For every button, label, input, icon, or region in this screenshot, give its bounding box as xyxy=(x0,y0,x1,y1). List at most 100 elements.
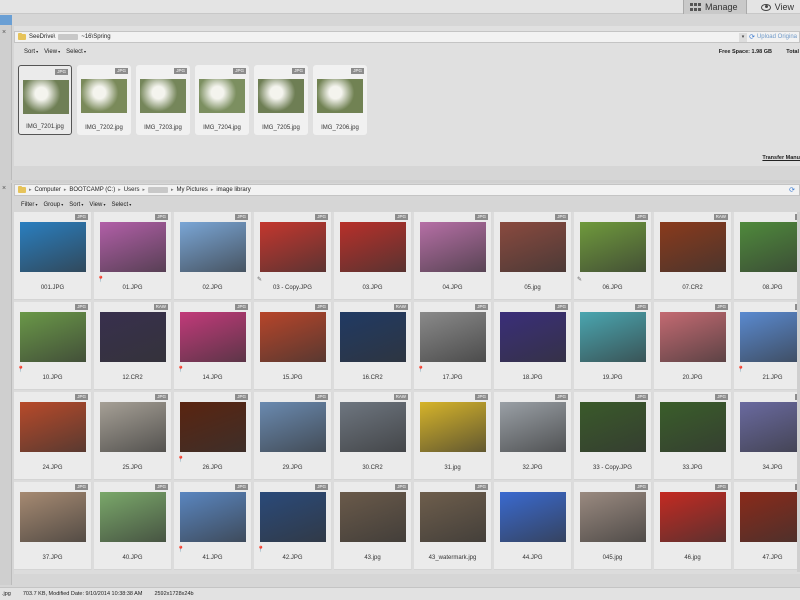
photo-cell[interactable]: JPG 001.JPG xyxy=(14,212,92,300)
photo-thumbnail[interactable] xyxy=(660,402,726,452)
panel-divider[interactable] xyxy=(0,180,800,183)
photo-cell[interactable]: JPG 40.JPG xyxy=(94,482,172,570)
photo-thumbnail[interactable] xyxy=(100,222,166,272)
menu-group[interactable]: Group xyxy=(43,202,63,208)
photo-thumbnail[interactable] xyxy=(20,492,86,542)
photo-thumbnail[interactable] xyxy=(340,402,406,452)
photo-thumbnail[interactable] xyxy=(20,222,86,272)
photo-thumbnail[interactable] xyxy=(580,222,646,272)
photo-thumbnail[interactable] xyxy=(180,222,246,272)
photo-cell[interactable]: JPG 04.JPG xyxy=(414,212,492,300)
photo-cell[interactable]: JPG 32.JPG xyxy=(494,392,572,480)
transfer-manager-link[interactable]: Transfer Manu xyxy=(762,155,800,161)
photo-cell[interactable]: JPG 15.JPG xyxy=(254,302,332,390)
photo-cell[interactable]: JPG 📍 01.JPG xyxy=(94,212,172,300)
photo-cell[interactable]: JPG08.JPG xyxy=(734,212,800,300)
photo-cell[interactable]: JPG 37.JPG xyxy=(14,482,92,570)
photo-cell[interactable]: JPG 43_watermark.jpg xyxy=(414,482,492,570)
refresh-icon[interactable]: ⟳ xyxy=(749,33,755,41)
photo-thumbnail[interactable] xyxy=(260,312,326,362)
photo-cell[interactable]: JPG 📍 42.JPG xyxy=(254,482,332,570)
photo-thumbnail[interactable] xyxy=(258,79,304,113)
photo-cell[interactable]: JPG 045.jpg xyxy=(574,482,652,570)
photo-thumbnail[interactable] xyxy=(740,222,800,272)
photo-thumbnail[interactable] xyxy=(180,312,246,362)
photo-thumbnail[interactable] xyxy=(740,492,800,542)
photo-thumbnail[interactable] xyxy=(420,222,486,272)
photo-cell[interactable]: RAW 30.CR2 xyxy=(334,392,412,480)
photo-thumbnail[interactable] xyxy=(660,222,726,272)
photo-thumbnail[interactable] xyxy=(81,79,127,113)
photo-card[interactable]: JPG IMG_7202.jpg xyxy=(77,65,131,135)
photo-cell[interactable]: JPG 33.JPG xyxy=(654,392,732,480)
photo-cell[interactable]: JPG 05.jpg xyxy=(494,212,572,300)
photo-thumbnail[interactable] xyxy=(500,312,566,362)
photo-thumbnail[interactable] xyxy=(340,312,406,362)
photo-cell[interactable]: JPG📍21.JPG xyxy=(734,302,800,390)
close-icon-lower[interactable]: × xyxy=(2,185,6,192)
photo-thumbnail[interactable] xyxy=(199,79,245,113)
photo-cell[interactable]: JPG 📍 17.JPG xyxy=(414,302,492,390)
photo-thumbnail[interactable] xyxy=(260,402,326,452)
photo-thumbnail[interactable] xyxy=(660,312,726,362)
menu-select[interactable]: Select xyxy=(66,49,86,55)
photo-cell[interactable]: JPG 📍 10.JPG xyxy=(14,302,92,390)
breadcrumb-computer[interactable]: Computer xyxy=(35,187,61,193)
menu-sort[interactable]: Sort xyxy=(69,202,83,208)
left-panel-tab[interactable] xyxy=(0,15,12,25)
photo-card[interactable]: JPG IMG_7204.jpg xyxy=(195,65,249,135)
photo-cell[interactable]: JPG47.JPG xyxy=(734,482,800,570)
photo-cell[interactable]: 44.JPG xyxy=(494,482,572,570)
photo-card[interactable]: JPG IMG_7201.jpg xyxy=(18,65,72,135)
photo-card[interactable]: JPG IMG_7205.jpg xyxy=(254,65,308,135)
photo-cell[interactable]: JPG 20.JPG xyxy=(654,302,732,390)
photo-cell[interactable]: JPG 03.JPG xyxy=(334,212,412,300)
photo-thumbnail[interactable] xyxy=(580,312,646,362)
photo-thumbnail[interactable] xyxy=(340,222,406,272)
photo-thumbnail[interactable] xyxy=(260,492,326,542)
photo-thumbnail[interactable] xyxy=(100,402,166,452)
photo-thumbnail[interactable] xyxy=(500,222,566,272)
photo-thumbnail[interactable] xyxy=(580,492,646,542)
photo-cell[interactable]: JPG 02.JPG xyxy=(174,212,252,300)
photo-thumbnail[interactable] xyxy=(500,402,566,452)
photo-cell[interactable]: JPG 18.JPG xyxy=(494,302,572,390)
close-icon[interactable]: × xyxy=(2,29,6,36)
photo-thumbnail[interactable] xyxy=(20,312,86,362)
photo-card[interactable]: JPG IMG_7206.jpg xyxy=(313,65,367,135)
menu-view[interactable]: View xyxy=(44,49,60,55)
photo-thumbnail[interactable] xyxy=(260,222,326,272)
photo-thumbnail[interactable] xyxy=(740,402,800,452)
device-path-bar[interactable]: SeeDrive\ ~16\Spring ▾ ⟳ Upload Origina xyxy=(14,31,800,43)
library-path-bar[interactable]: ▸ Computer ▸ BOOTCAMP (C:) ▸ Users ▸ ▸ M… xyxy=(14,184,800,196)
photo-thumbnail[interactable] xyxy=(740,312,800,362)
photo-cell[interactable]: JPG 31.jpg xyxy=(414,392,492,480)
menu-sort[interactable]: Sort xyxy=(24,49,38,55)
photo-cell[interactable]: JPG 📍 14.JPG xyxy=(174,302,252,390)
breadcrumb-drive[interactable]: BOOTCAMP (C:) xyxy=(69,187,115,193)
menu-view[interactable]: View xyxy=(89,202,105,208)
refresh-icon[interactable]: ⟳ xyxy=(789,186,795,194)
breadcrumb-library[interactable]: image library xyxy=(216,187,250,193)
photo-thumbnail[interactable] xyxy=(100,312,166,362)
photo-cell[interactable]: JPG 📍 26.JPG xyxy=(174,392,252,480)
photo-thumbnail[interactable] xyxy=(340,492,406,542)
photo-thumbnail[interactable] xyxy=(23,80,69,114)
breadcrumb-pictures[interactable]: My Pictures xyxy=(176,187,207,193)
photo-cell[interactable]: JPG ✎ 03 - Copy.JPG xyxy=(254,212,332,300)
breadcrumb-redacted[interactable] xyxy=(147,187,168,193)
photo-thumbnail[interactable] xyxy=(420,402,486,452)
photo-thumbnail[interactable] xyxy=(180,402,246,452)
photo-card[interactable]: JPG IMG_7203.jpg xyxy=(136,65,190,135)
breadcrumb-users[interactable]: Users xyxy=(124,187,140,193)
photo-cell[interactable]: JPG 43.jpg xyxy=(334,482,412,570)
photo-thumbnail[interactable] xyxy=(500,492,566,542)
photo-thumbnail[interactable] xyxy=(420,492,486,542)
photo-thumbnail[interactable] xyxy=(100,492,166,542)
path-dropdown-icon[interactable]: ▾ xyxy=(739,33,747,42)
photo-thumbnail[interactable] xyxy=(420,312,486,362)
menu-filter[interactable]: Filter xyxy=(21,202,37,208)
photo-cell[interactable]: JPG 25.JPG xyxy=(94,392,172,480)
upload-originals-link[interactable]: Upload Origina xyxy=(757,33,797,42)
photo-cell[interactable]: RAW 16.CR2 xyxy=(334,302,412,390)
